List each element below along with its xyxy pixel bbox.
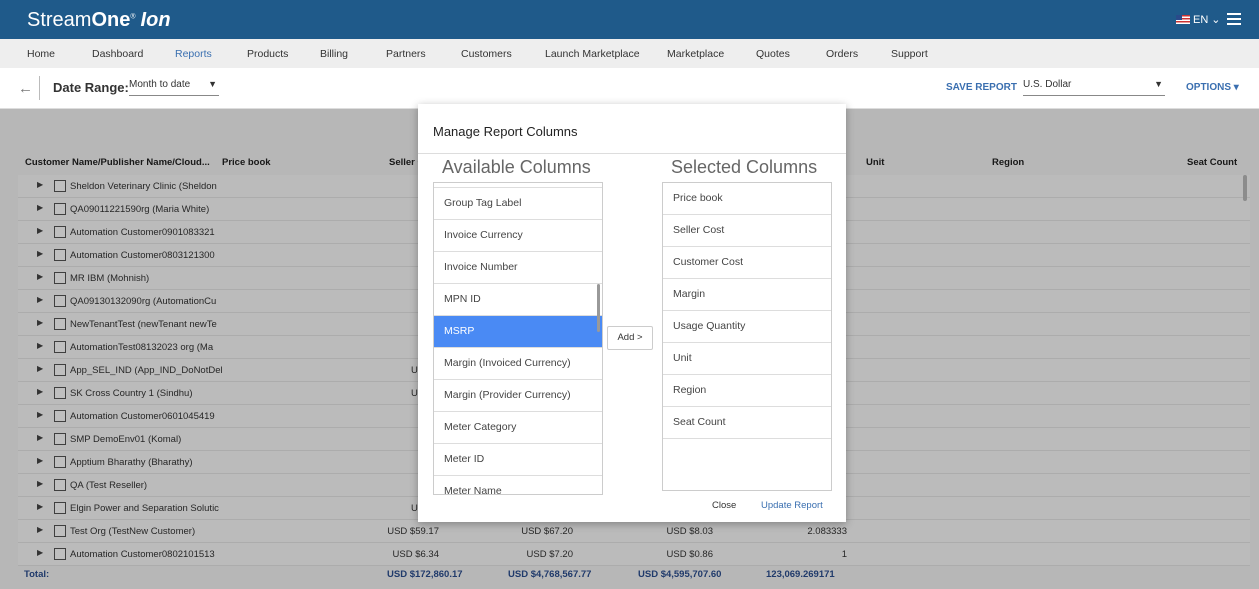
- logo[interactable]: StreamOne® Ion: [27, 9, 171, 32]
- nav-item-customers[interactable]: Customers: [461, 48, 512, 60]
- logo-text: Stream: [27, 9, 92, 31]
- report-toolbar: ← Date Range: Month to date ▼ SAVE REPORT…: [0, 68, 1259, 109]
- selected-columns-list[interactable]: Price book Seller Cost Customer Cost Margin…: [662, 182, 832, 491]
- toolbar-divider: [39, 76, 40, 100]
- date-range-label: Date Range:: [53, 80, 129, 95]
- caret-down-icon: ▼: [208, 79, 217, 89]
- selected-columns-title: Selected Columns: [671, 157, 818, 177]
- save-report-button[interactable]: SAVE REPORT: [946, 82, 1017, 93]
- language-label: EN: [1193, 13, 1209, 26]
- available-column-item[interactable]: Group Tag Label: [434, 187, 602, 220]
- chevron-down-icon: ⌄: [1211, 14, 1221, 26]
- nav-item-home[interactable]: Home: [27, 48, 55, 60]
- currency-value: U.S. Dollar: [1023, 79, 1072, 90]
- available-column-item[interactable]: Invoice Number: [434, 252, 602, 284]
- available-column-item[interactable]: Invoice Currency: [434, 220, 602, 252]
- nav-item-support[interactable]: Support: [891, 48, 928, 60]
- selected-column-item[interactable]: Seller Cost: [663, 215, 831, 247]
- selected-column-item[interactable]: Price book: [663, 183, 831, 215]
- top-bar: StreamOne® Ion EN ⌄: [0, 0, 1259, 39]
- nav-item-orders[interactable]: Orders: [826, 48, 858, 60]
- close-button[interactable]: Close: [712, 500, 736, 511]
- available-columns-title: Available Columns: [442, 157, 591, 177]
- nav-item-billing[interactable]: Billing: [320, 48, 348, 60]
- options-button[interactable]: OPTIONS ▾: [1186, 82, 1239, 93]
- available-column-item[interactable]: Margin (Invoiced Currency): [434, 348, 602, 380]
- currency-select[interactable]: U.S. Dollar ▼: [1023, 79, 1165, 96]
- back-arrow-icon[interactable]: ←: [18, 80, 33, 97]
- nav-item-launch-marketplace[interactable]: Launch Marketplace: [545, 48, 640, 60]
- dialog-title: Manage Report Columns: [433, 124, 578, 139]
- logo-ion: Ion: [140, 9, 171, 31]
- update-report-button[interactable]: Update Report: [761, 500, 823, 511]
- nav-item-reports[interactable]: Reports: [175, 48, 212, 60]
- nav-item-marketplace[interactable]: Marketplace: [667, 48, 724, 60]
- selected-column-item[interactable]: Unit: [663, 343, 831, 375]
- available-column-item[interactable]: Meter Name: [434, 476, 602, 494]
- available-column-item[interactable]: Margin (Provider Currency): [434, 380, 602, 412]
- available-column-item[interactable]: Meter Category: [434, 412, 602, 444]
- selected-column-item[interactable]: Region: [663, 375, 831, 407]
- nav-item-partners[interactable]: Partners: [386, 48, 426, 60]
- available-column-item[interactable]: MSRP: [434, 316, 602, 348]
- add-column-button[interactable]: Add >: [607, 326, 653, 350]
- us-flag-icon: [1176, 15, 1190, 24]
- logo-trademark: ®: [130, 13, 136, 21]
- nav-item-products[interactable]: Products: [247, 48, 288, 60]
- available-list-scrollbar[interactable]: [597, 284, 600, 332]
- nav-item-quotes[interactable]: Quotes: [756, 48, 790, 60]
- main-nav: Home Dashboard Reports Products Billing Partn…: [0, 39, 1259, 68]
- available-column-item[interactable]: Meter ID: [434, 444, 602, 476]
- logo-text-bold: One: [91, 9, 131, 31]
- options-label: OPTIONS: [1186, 82, 1232, 93]
- menu-icon[interactable]: [1227, 13, 1241, 28]
- available-column-item[interactable]: MPN ID: [434, 284, 602, 316]
- selected-column-item[interactable]: Seat Count: [663, 407, 831, 439]
- available-columns-list[interactable]: Group Tag Label Invoice Currency Invoice N…: [433, 182, 603, 495]
- date-range-select[interactable]: Month to date ▼: [129, 79, 219, 96]
- selected-column-item[interactable]: Customer Cost: [663, 247, 831, 279]
- selected-column-item[interactable]: Usage Quantity: [663, 311, 831, 343]
- date-range-value: Month to date: [129, 79, 191, 90]
- caret-down-icon: ▼: [1154, 79, 1163, 89]
- language-selector[interactable]: EN ⌄: [1176, 13, 1221, 26]
- selected-column-item[interactable]: Margin: [663, 279, 831, 311]
- dialog-divider: [418, 153, 846, 154]
- nav-item-dashboard[interactable]: Dashboard: [92, 48, 143, 60]
- manage-columns-dialog: Manage Report Columns Available Columns …: [418, 104, 846, 522]
